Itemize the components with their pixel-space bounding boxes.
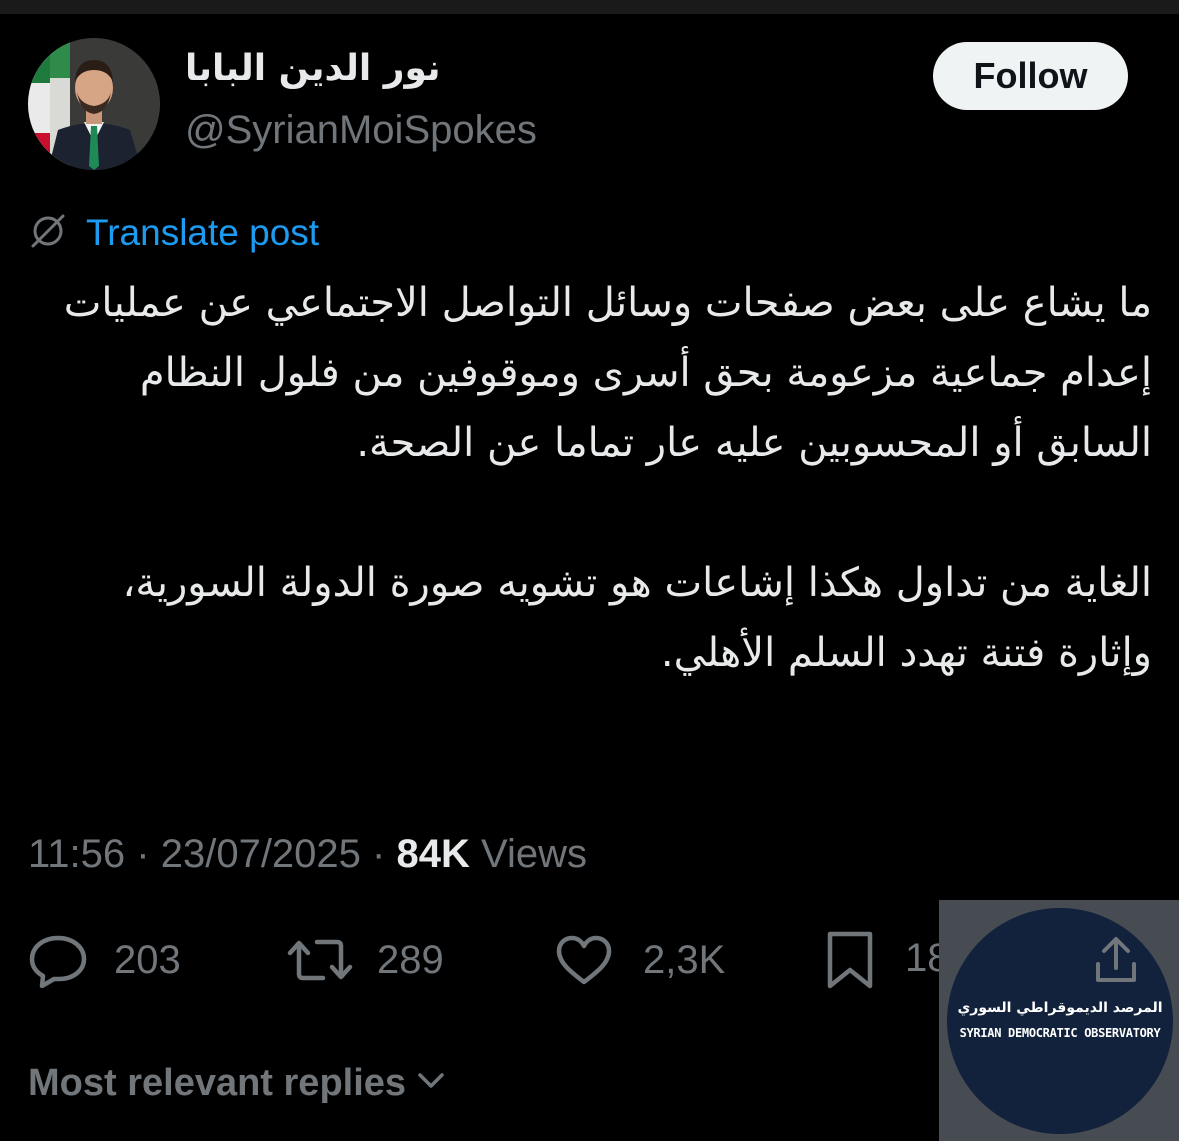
post-body: ما يشاع على بعض صفحات وسائل التواصل الاج…: [30, 268, 1152, 688]
repost-icon: [287, 932, 353, 988]
avatar[interactable]: [28, 38, 160, 170]
bookmark-icon: [824, 930, 876, 990]
like-button[interactable]: 2,3K: [553, 928, 725, 992]
reply-button[interactable]: 203: [28, 928, 181, 992]
views-label[interactable]: Views: [481, 832, 587, 876]
author-name[interactable]: نور الدين البابا: [185, 48, 441, 89]
watermark-arabic: المرصد الديموقراطي السوري: [957, 1000, 1163, 1016]
meta-separator: ·: [136, 832, 150, 876]
repost-button[interactable]: 289: [287, 928, 444, 992]
post-paragraph-1: ما يشاع على بعض صفحات وسائل التواصل الاج…: [63, 280, 1152, 466]
translate-post-link[interactable]: Translate post: [86, 212, 319, 254]
views-count[interactable]: 84K: [397, 832, 470, 876]
share-icon[interactable]: [1093, 934, 1139, 990]
top-divider: [0, 0, 1179, 14]
meta-separator: ·: [372, 832, 386, 876]
replies-sort-dropdown[interactable]: Most relevant replies: [28, 1058, 446, 1108]
translate-post-row[interactable]: Translate post: [28, 208, 319, 258]
post-meta: 11:56 · 23/07/2025 · 84K Views: [28, 832, 587, 877]
post-paragraph-2: الغاية من تداول هكذا إشاعات هو تشويه صور…: [122, 560, 1152, 676]
repost-count: 289: [377, 937, 444, 982]
post-time[interactable]: 11:56: [28, 832, 125, 876]
watermark-overlay: المرصد الديموقراطي السوري SYRIAN DEMOCRA…: [939, 900, 1179, 1141]
replies-sort-label: Most relevant replies: [28, 1061, 407, 1104]
bookmark-button[interactable]: [824, 928, 876, 992]
like-count: 2,3K: [643, 937, 726, 982]
chevron-down-icon: [416, 1062, 446, 1105]
like-icon: [553, 932, 615, 988]
translate-icon: [28, 211, 68, 255]
follow-button[interactable]: Follow: [933, 42, 1128, 110]
watermark-english: SYRIAN DEMOCRATIC OBSERVATORY: [959, 1026, 1161, 1040]
reply-count: 203: [114, 937, 181, 982]
watermark-logo: المرصد الديموقراطي السوري SYRIAN DEMOCRA…: [947, 908, 1173, 1134]
reply-icon: [28, 932, 88, 988]
post-date[interactable]: 23/07/2025: [161, 832, 361, 876]
author-handle[interactable]: @SyrianMoiSpokes: [185, 108, 537, 153]
avatar-photo: [28, 38, 160, 170]
